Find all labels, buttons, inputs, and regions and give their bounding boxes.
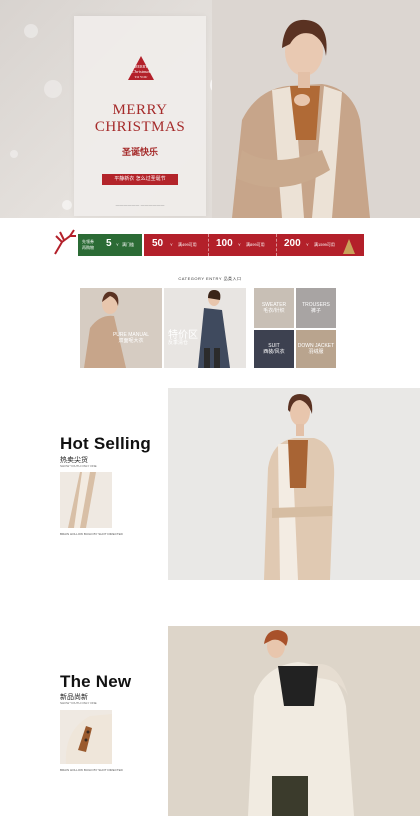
svg-text:TO YOU: TO YOU [135, 75, 148, 79]
tile-label: SWEATER 毛衣/针织 [254, 302, 294, 314]
hero-title-line2: CHRISTMAS [94, 119, 186, 135]
tile-label-cn: 西装/风衣 [263, 349, 285, 355]
tile-sale-sub: 反季清仓 [168, 340, 189, 346]
coupon-label: 先领券 再购物 5 Y 满门槛 [78, 234, 142, 256]
the-new-en: SHOW YOUTH ONLY ONE [60, 701, 97, 705]
hot-selling-title: Hot Selling [60, 434, 151, 453]
coupon-group: 50 Y 满499可用 100 Y 满899可用 200 Y 满1599可用 [144, 234, 364, 256]
hero-small-text: 一一一一一一 一一一一一一 [115, 203, 165, 208]
hero-title: MERRY CHRISTMAS [74, 102, 206, 136]
the-new-title: The New [60, 672, 132, 691]
coupon-amount: 5 [106, 238, 112, 249]
coupon-unit: Y [170, 242, 173, 247]
tile-label: TROUSERS 裤子 [296, 302, 336, 314]
category-tile-trousers[interactable]: TROUSERS 裤子 [296, 288, 336, 328]
christmas-tree-icon: MERRY Christmas TO YOU [128, 56, 154, 80]
coupon-bar: 先领券 再购物 5 Y 满门槛 50 Y 满499可用 100 Y 满899可用… [54, 226, 364, 258]
coupon-condition: 满499可用 [178, 242, 197, 247]
snowflake-decoration [62, 200, 72, 210]
coupon-amount: 50 [152, 238, 164, 249]
snowflake-decoration [24, 24, 38, 38]
snowflake-decoration [44, 80, 62, 98]
coupon-amount: 100 [216, 238, 233, 249]
hero-banner[interactable]: MERRY Christmas TO YOU MERRY CHRISTMAS 圣… [0, 0, 420, 218]
coupon-condition: 满1599可用 [314, 242, 335, 247]
hero-cta-button[interactable]: 平静新衣 怎么过圣诞节 [102, 174, 178, 185]
hot-selling-caption: BRAIN HOLLOW BUILD BY SHOT DIRECTED [60, 532, 123, 536]
coupon-condition: 满门槛 [122, 242, 134, 247]
promo-card: MERRY Christmas TO YOU MERRY CHRISTMAS 圣… [74, 16, 206, 216]
hot-selling-en: SHOW YOUTH ONLY ONE [60, 464, 97, 468]
tile-sale-title: 特价区 [168, 330, 198, 341]
category-title: CATEGORY ENTRY 品类入口 [178, 276, 242, 281]
coupon-condition: 满899可用 [246, 242, 265, 247]
category-tile-sweater[interactable]: SWEATER 毛衣/针织 [254, 288, 294, 328]
tile-label-cn: 裤子 [310, 308, 321, 314]
coupon-50[interactable]: 50 Y 满499可用 [144, 234, 209, 256]
tree-icon [343, 239, 355, 254]
tile-label: SUIT 西装/风衣 [254, 343, 294, 355]
tile-label: PURE MANUAL 双面呢大衣 [100, 332, 162, 344]
tile-label-cn: 羽绒服 [308, 349, 324, 355]
hero-subtitle: 圣诞快乐 [121, 147, 158, 157]
category-tile-down-jacket[interactable]: DOWN JACKET 羽绒服 [296, 330, 336, 368]
category-tile-suit[interactable]: SUIT 西装/风衣 [254, 330, 294, 368]
tile-label-cn: 毛衣/针织 [263, 308, 285, 314]
svg-text:Christmas: Christmas [132, 69, 151, 74]
category-tile-sale[interactable]: 特价区 反季清仓 [164, 288, 246, 368]
the-new-caption: BRAIN HOLLOW BUILD BY SHOT DIRECTED [60, 768, 123, 772]
hot-selling-image[interactable] [168, 388, 420, 580]
coupon-100[interactable]: 100 Y 满899可用 [210, 234, 277, 256]
tile-label-cn: 双面呢大衣 [118, 338, 144, 344]
reindeer-icon [54, 229, 76, 255]
tile-model-image [80, 288, 162, 368]
coupon-unit: Y [306, 242, 309, 247]
category-tile-coat[interactable]: PURE MANUAL 双面呢大衣 [80, 288, 162, 368]
the-new-image[interactable] [168, 626, 420, 816]
hero-title-line1: MERRY [112, 102, 168, 118]
coupon-unit: Y [238, 242, 241, 247]
hot-selling-thumbnail[interactable] [60, 472, 112, 528]
tile-label: DOWN JACKET 羽绒服 [296, 343, 336, 355]
coupon-unit: Y [116, 242, 119, 247]
snowflake-decoration [10, 150, 18, 158]
coupon-label-line2: 再购物 [82, 245, 94, 250]
hero-model-image [212, 0, 420, 218]
coupon-amount: 200 [284, 238, 301, 249]
the-new-thumbnail[interactable] [60, 710, 112, 764]
